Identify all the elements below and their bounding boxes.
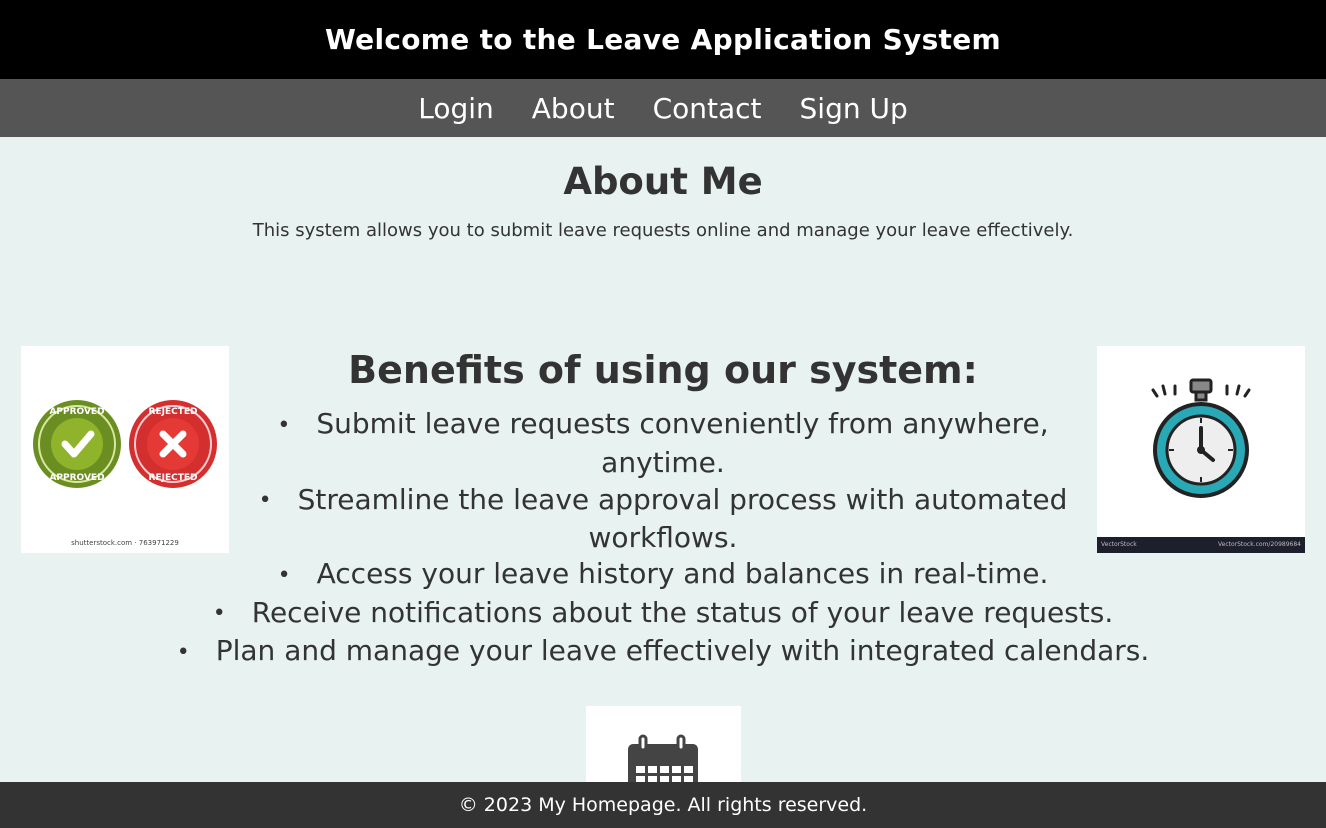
nav-signup-link[interactable]: Sign Up [800,92,908,125]
image-caption: shutterstock.com · 763971229 [71,539,179,547]
list-item: • Receive notifications about the status … [212,595,1114,629]
svg-text:APPROVED: APPROVED [49,473,104,483]
about-description: This system allows you to submit leave r… [252,220,1074,241]
nav-contact-link[interactable]: Contact [653,92,762,125]
benefits-list: • Submit leave requests conveniently from… [240,405,1086,556]
benefits-list-continued: • Access your leave history and balances … [150,555,1176,671]
nav-login-link[interactable]: Login [418,92,494,125]
footer-copyright: © 2023 My Homepage. All rights reserved. [458,794,868,816]
list-item: • Plan and manage your leave effectively … [176,634,1150,667]
list-item: • Streamline the leave approval process w… [258,482,1068,555]
calendar-icon [628,734,698,786]
svg-text:APPROVED: APPROVED [49,407,104,417]
svg-text:REJECTED: REJECTED [149,407,198,417]
nav-about-link[interactable]: About [532,92,615,125]
calendar-image [586,706,741,786]
list-item: • Submit leave requests conveniently from… [277,407,1049,479]
image-id: VectorStock.com/20989684 [1217,541,1301,548]
svg-text:REJECTED: REJECTED [149,473,198,483]
list-item: • Access your leave history and balances … [277,557,1049,590]
image-brand: VectorStock [1101,541,1137,548]
site-header: Welcome to the Leave Application System [0,0,1326,79]
site-footer: © 2023 My Homepage. All rights reserved. [0,782,1326,828]
benefits-heading: Benefits of using our system: [348,348,978,392]
site-title: Welcome to the Leave Application System [324,23,1002,56]
image-watermark-bar: VectorStock VectorStock.com/20989684 [1097,537,1305,553]
main-nav: Login About Contact Sign Up [0,79,1326,137]
about-heading: About Me [563,160,763,203]
